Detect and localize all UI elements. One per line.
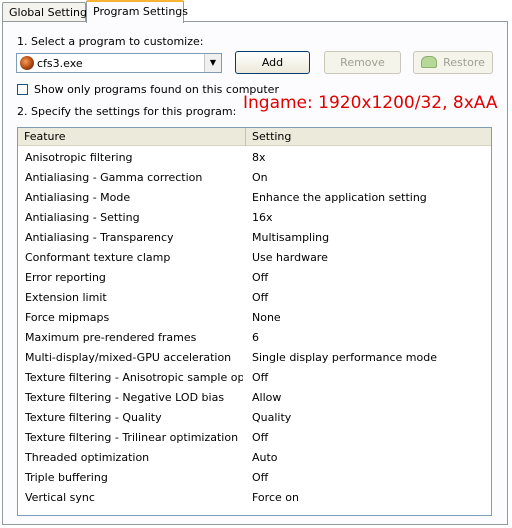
setting-cell[interactable]: 16x xyxy=(252,211,488,224)
feature-cell: Antialiasing - Setting xyxy=(25,211,140,224)
feature-cell: Texture filtering - Quality xyxy=(25,411,162,424)
feature-cell: Error reporting xyxy=(25,271,106,284)
feature-cell: Texture filtering - Trilinear optimizati… xyxy=(25,431,239,444)
show-only-checkbox[interactable] xyxy=(17,84,28,95)
chevron-down-icon[interactable]: ▼ xyxy=(204,54,221,72)
program-icon xyxy=(20,56,34,70)
step2-label: 2. Specify the settings for this program… xyxy=(17,105,237,118)
table-row[interactable]: Maximum pre-rendered frames 6 xyxy=(18,328,491,348)
restore-button[interactable]: Restore xyxy=(413,51,493,74)
table-row[interactable]: Extension limit Off xyxy=(18,288,491,308)
table-row[interactable]: Anisotropic filtering 8x xyxy=(18,148,491,168)
program-select[interactable]: cfs3.exe ▼ xyxy=(16,53,222,73)
setting-cell[interactable]: Use hardware xyxy=(252,251,488,264)
column-header-setting[interactable]: Setting xyxy=(246,128,491,146)
setting-cell[interactable]: Off xyxy=(252,431,488,444)
setting-cell[interactable]: 8x xyxy=(252,151,488,164)
column-header-feature[interactable]: Feature xyxy=(18,128,246,146)
add-button[interactable]: Add xyxy=(235,51,310,74)
setting-cell[interactable]: Single display performance mode xyxy=(252,351,488,364)
setting-cell[interactable]: Off xyxy=(252,271,488,284)
nvidia-logo-icon xyxy=(421,56,438,68)
tab-program-settings[interactable]: Program Settings xyxy=(86,0,188,23)
setting-cell[interactable]: Enhance the application setting xyxy=(252,191,488,204)
table-row[interactable]: Error reporting Off xyxy=(18,268,491,288)
feature-cell: Antialiasing - Mode xyxy=(25,191,131,204)
feature-cell: Texture filtering - Anisotropic sample o… xyxy=(25,371,243,384)
feature-cell: Maximum pre-rendered frames xyxy=(25,331,197,344)
table-row[interactable]: Antialiasing - Mode Enhance the applicati… xyxy=(18,188,491,208)
setting-cell[interactable]: 6 xyxy=(252,331,488,344)
setting-cell[interactable]: Quality xyxy=(252,411,488,424)
table-row[interactable]: Texture filtering - Quality Quality xyxy=(18,408,491,428)
table-row[interactable]: Antialiasing - Setting 16x xyxy=(18,208,491,228)
table-row[interactable]: Antialiasing - Gamma correction On xyxy=(18,168,491,188)
setting-cell[interactable]: On xyxy=(252,171,488,184)
setting-cell[interactable]: Off xyxy=(252,291,488,304)
table-row[interactable]: Multi-display/mixed-GPU acceleration Sing… xyxy=(18,348,491,368)
feature-cell: Triple buffering xyxy=(25,471,108,484)
table-row[interactable]: Conformant texture clamp Use hardware xyxy=(18,248,491,268)
setting-cell[interactable]: None xyxy=(252,311,488,324)
setting-cell[interactable]: Multisampling xyxy=(252,231,488,244)
table-body: Anisotropic filtering 8x Antialiasing - G… xyxy=(18,148,491,508)
table-row[interactable]: Texture filtering - Anisotropic sample o… xyxy=(18,368,491,388)
setting-cell[interactable]: Force on xyxy=(252,491,488,504)
setting-cell[interactable]: Off xyxy=(252,371,488,384)
ingame-annotation: Ingame: 1920x1200/32, 8xAA xyxy=(243,93,498,113)
feature-cell: Multi-display/mixed-GPU acceleration xyxy=(25,351,232,364)
table-row[interactable]: Force mipmaps None xyxy=(18,308,491,328)
table-row[interactable]: Triple buffering Off xyxy=(18,468,491,488)
feature-cell: Conformant texture clamp xyxy=(25,251,171,264)
setting-cell[interactable]: Allow xyxy=(252,391,488,404)
setting-cell[interactable]: Off xyxy=(252,471,488,484)
setting-cell[interactable]: Auto xyxy=(252,451,488,464)
feature-cell: Vertical sync xyxy=(25,491,95,504)
feature-cell: Threaded optimization xyxy=(25,451,150,464)
table-row[interactable]: Texture filtering - Trilinear optimizati… xyxy=(18,428,491,448)
restore-button-label: Restore xyxy=(443,56,485,69)
settings-table[interactable]: Feature Setting Anisotropic filtering 8x … xyxy=(17,127,492,516)
table-row[interactable]: Antialiasing - Transparency Multisampling xyxy=(18,228,491,248)
step1-label: 1. Select a program to customize: xyxy=(17,35,204,48)
feature-cell: Extension limit xyxy=(25,291,107,304)
feature-cell: Antialiasing - Transparency xyxy=(25,231,174,244)
tab-strip: Global Settings Program Settings xyxy=(0,0,512,23)
feature-cell: Antialiasing - Gamma correction xyxy=(25,171,203,184)
table-row[interactable]: Texture filtering - Negative LOD bias All… xyxy=(18,388,491,408)
program-select-value: cfs3.exe xyxy=(37,57,83,70)
table-header: Feature Setting xyxy=(18,128,491,146)
feature-cell: Anisotropic filtering xyxy=(25,151,133,164)
feature-cell: Force mipmaps xyxy=(25,311,110,324)
feature-cell: Texture filtering - Negative LOD bias xyxy=(25,391,225,404)
table-row[interactable]: Threaded optimization Auto xyxy=(18,448,491,468)
tab-global-settings[interactable]: Global Settings xyxy=(2,2,93,22)
remove-button[interactable]: Remove xyxy=(324,51,401,74)
table-row[interactable]: Vertical sync Force on xyxy=(18,488,491,508)
